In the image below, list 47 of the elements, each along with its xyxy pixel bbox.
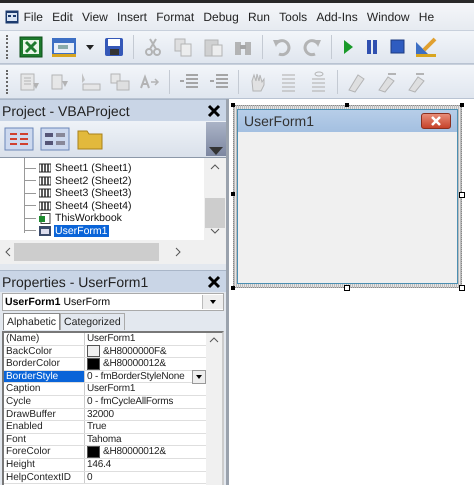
- window-title: UserForm1: [244, 113, 314, 129]
- pane-title: Project - VBAProject: [2, 102, 130, 118]
- menu-item[interactable]: He: [414, 10, 439, 24]
- property-value[interactable]: &H80000012&: [103, 358, 166, 370]
- property-name[interactable]: Height: [4, 458, 85, 471]
- tree-item[interactable]: ThisWorkbook: [54, 212, 123, 224]
- property-name[interactable]: Caption: [4, 383, 85, 395]
- menu-item[interactable]: Run: [243, 10, 275, 24]
- property-value[interactable]: 146.4: [87, 458, 112, 471]
- tree-item[interactable]: Sheet2 (Sheet2): [54, 174, 132, 187]
- property-name[interactable]: BorderStyle: [4, 370, 85, 382]
- menu-item[interactable]: View: [77, 10, 112, 24]
- tab[interactable]: Categorized: [60, 313, 125, 330]
- property-name[interactable]: (Name): [4, 333, 85, 345]
- property-value[interactable]: True: [87, 421, 106, 433]
- menu-item[interactable]: Edit: [48, 10, 78, 24]
- tree-item[interactable]: Sheet3 (Sheet3): [54, 187, 132, 200]
- tree-item[interactable]: Sheet1 (Sheet1): [54, 162, 132, 174]
- property-value[interactable]: &H80000012&: [103, 446, 166, 458]
- property-value[interactable]: 0: [87, 472, 92, 484]
- pane-title: Properties - UserForm1: [2, 274, 148, 290]
- object-dropdown[interactable]: UserForm1 UserForm: [2, 293, 224, 311]
- property-name[interactable]: HelpContextID: [4, 472, 85, 484]
- property-value[interactable]: 32000: [87, 408, 114, 420]
- menu-item[interactable]: File: [19, 10, 48, 24]
- property-value[interactable]: Tahoma: [87, 434, 122, 446]
- property-value[interactable]: UserForm1: [87, 383, 136, 395]
- tab[interactable]: Alphabetic: [3, 313, 60, 330]
- property-name[interactable]: Enabled: [4, 421, 85, 433]
- property-value[interactable]: UserForm1: [87, 333, 136, 345]
- tree-item[interactable]: UserForm1: [54, 224, 109, 237]
- property-name[interactable]: BorderColor: [4, 358, 85, 370]
- menu-item[interactable]: Tools: [274, 10, 312, 24]
- property-name[interactable]: Font: [4, 434, 85, 446]
- property-name[interactable]: ForeColor: [4, 446, 85, 458]
- property-value[interactable]: 0 - fmCycleAllForms: [87, 396, 174, 408]
- property-name[interactable]: DrawBuffer: [4, 408, 85, 420]
- tree-item[interactable]: Sheet4 (Sheet4): [54, 200, 132, 212]
- menu-item[interactable]: Window: [362, 10, 414, 24]
- menu-item[interactable]: Format: [152, 10, 199, 24]
- property-name[interactable]: BackColor: [4, 346, 85, 358]
- property-name[interactable]: Cycle: [4, 396, 85, 408]
- menu-item[interactable]: Debug: [198, 10, 244, 24]
- property-value[interactable]: &H8000000F&: [103, 346, 166, 358]
- menu-item[interactable]: Insert: [112, 10, 152, 24]
- property-value[interactable]: 0 - fmBorderStyleNone: [87, 370, 185, 382]
- menu-item[interactable]: Add-Ins: [312, 10, 362, 24]
